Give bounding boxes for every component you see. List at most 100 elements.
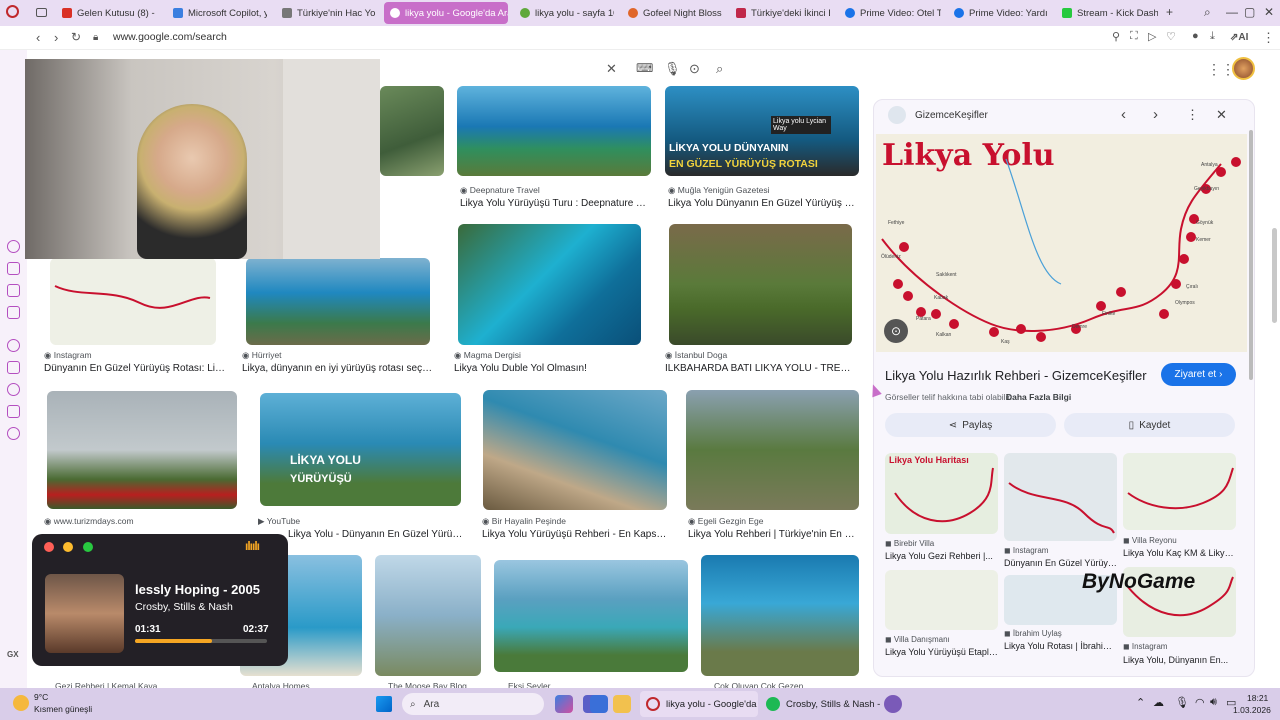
heart-icon[interactable]: ♡ <box>1166 30 1176 43</box>
more-options-icon[interactable]: ⋮ <box>1186 107 1199 123</box>
result-image[interactable] <box>669 224 852 345</box>
tab-google-search[interactable]: likya yolu - Google'da Ara <box>384 2 508 24</box>
messenger-icon[interactable] <box>7 306 20 319</box>
preview-map-image[interactable]: Likya Yolu Antalya Geyikbayırı Göynük Ke… <box>876 134 1247 352</box>
next-image-button[interactable]: › <box>1153 106 1158 123</box>
tray-cloud-icon[interactable]: ☁ <box>1153 696 1164 709</box>
related-image[interactable]: Likya Yolu Haritası <box>885 453 998 534</box>
result-image[interactable] <box>246 258 430 345</box>
tab-kick[interactable]: Stream - Kick Dashbo <box>1056 2 1158 24</box>
pin-icon[interactable]: ⚲ <box>1112 30 1120 43</box>
maximize-button[interactable]: ▢ <box>1244 5 1255 19</box>
related-title[interactable]: Likya Yolu Kaç KM & Likya... <box>1123 548 1236 558</box>
mic-icon[interactable]: 🎙︎ <box>1175 696 1189 709</box>
result-title[interactable]: Dünyanın En Güzel Yürüyüş Rotası: Lik... <box>44 363 226 374</box>
prev-image-button[interactable]: ‹ <box>1121 106 1126 123</box>
start-button[interactable] <box>376 696 392 712</box>
store-icon[interactable] <box>590 695 608 713</box>
history-icon[interactable] <box>7 383 20 396</box>
settings-icon[interactable] <box>7 427 20 440</box>
close-window-button[interactable]: ✕ <box>1264 5 1274 19</box>
new-tab-button[interactable]: + <box>1166 5 1173 19</box>
result-title[interactable]: Likya Yolu - Dünyanın En Güzel Yürüyüş Y… <box>288 529 464 540</box>
bookmark-icon[interactable] <box>7 361 20 374</box>
close-panel-button[interactable]: ✕ <box>1216 107 1227 123</box>
tab-turkiye[interactable]: Türkiye'deki İkinci E <box>730 2 830 24</box>
minimize-dot[interactable] <box>63 542 73 552</box>
result-image[interactable] <box>458 224 641 345</box>
panel-scrollbar[interactable] <box>1249 130 1253 380</box>
related-title[interactable]: Likya Yolu Yürüyüşü Etaplar... <box>885 647 998 657</box>
related-image[interactable] <box>885 570 998 630</box>
taskbar-search[interactable]: ⌕ Ara <box>402 693 544 715</box>
account-avatar[interactable] <box>1232 57 1255 80</box>
minimize-button[interactable]: — <box>1226 5 1238 19</box>
result-image[interactable] <box>494 560 688 672</box>
copilot-icon[interactable] <box>555 695 573 713</box>
menu-icon[interactable]: ⋮ <box>1262 30 1275 46</box>
player-icon[interactable]: ▷ <box>1148 30 1156 43</box>
snapshot-icon[interactable]: ⛶ <box>1130 30 1138 43</box>
result-image[interactable] <box>701 555 859 676</box>
result-title[interactable]: Likya Yolu Rehberi | Türkiye'nin En G... <box>688 529 860 540</box>
reload-button[interactable]: ↻ <box>71 30 81 44</box>
more-info-link[interactable]: Daha Fazla Bilgi <box>1006 392 1071 402</box>
apps-grid-icon[interactable]: ⋮⋮ <box>1207 61 1235 78</box>
tab-copilot[interactable]: Microsoft Copilot, ya <box>167 2 267 24</box>
save-button[interactable]: ▯ Kaydet <box>1064 413 1235 437</box>
google-search-bar[interactable] <box>380 56 740 80</box>
related-image[interactable] <box>1004 453 1117 541</box>
clear-search-icon[interactable]: ✕ <box>606 61 617 77</box>
visit-button[interactable]: Ziyaret et › <box>1161 363 1236 386</box>
lens-icon[interactable]: ⊙ <box>689 61 700 77</box>
result-image[interactable]: Likya yolu Lycian Way LİKYA YOLU DÜNYANI… <box>665 86 859 176</box>
back-button[interactable]: ‹ <box>36 30 40 45</box>
shop-icon[interactable] <box>7 262 20 275</box>
result-title[interactable]: Likya Yolu Yürüyüşü Rehberi - En Kapsa..… <box>482 529 668 540</box>
result-title[interactable]: Likya Yolu Yürüyüşü Turu : Deepnature Tr… <box>460 198 650 209</box>
ai-chat-icon[interactable] <box>7 240 20 253</box>
app-icon[interactable] <box>884 695 902 713</box>
result-title[interactable]: Likya, dünyanın en iyi yürüyüş rotası se… <box>242 363 434 374</box>
result-image[interactable] <box>50 258 216 345</box>
taskbar-opera-app[interactable]: likya yolu - Google'da A <box>640 691 758 717</box>
extensions-icon[interactable] <box>7 405 20 418</box>
result-image[interactable]: LİKYA YOLU YÜRÜYÜŞÜ <box>260 393 461 506</box>
opera-logo-icon[interactable] <box>6 5 19 18</box>
share-button[interactable]: ⋖ Paylaş <box>885 413 1056 437</box>
clock-time[interactable]: 18:21 <box>1247 693 1268 703</box>
download-icon[interactable]: ⤓ <box>1210 30 1215 43</box>
close-dot[interactable] <box>44 542 54 552</box>
page-scrollbar[interactable] <box>1272 228 1277 323</box>
tab-overview-icon[interactable] <box>36 8 47 17</box>
taskbar-spotify-app[interactable]: Crosby, Stills & Nash - F <box>762 691 880 717</box>
tray-chevron-icon[interactable]: ⌃ <box>1136 696 1145 709</box>
maximize-dot[interactable] <box>83 542 93 552</box>
ai-icon[interactable]: ⇗AI <box>1230 32 1248 43</box>
site-name[interactable]: GizemceKeşifler <box>915 110 988 121</box>
tab-gmail[interactable]: Gelen Kutusu (8) - sc <box>56 2 156 24</box>
search-tabs-icon[interactable]: ⌕ <box>1204 5 1211 20</box>
related-title[interactable]: Likya Yolu Rotası | İbrahim... <box>1004 641 1117 651</box>
result-title[interactable]: İLKBAHARDA BATI LİKYA YOLU - TREKK... <box>665 363 855 374</box>
preview-title[interactable]: Likya Yolu Hazırlık Rehberi - GizemceKeş… <box>885 368 1147 383</box>
volume-icon[interactable]: 🔊︎ <box>1210 696 1217 709</box>
url-field[interactable]: www.google.com/search <box>113 31 227 43</box>
microphone-icon[interactable]: 🎙︎ <box>664 61 681 77</box>
result-image[interactable] <box>686 390 859 510</box>
tab-prime-otel[interactable]: Prime Video: Otel Tra <box>839 2 941 24</box>
result-image[interactable] <box>375 555 481 676</box>
tab-prime-yardim[interactable]: Prime Video: Yardım <box>948 2 1048 24</box>
result-image[interactable] <box>380 86 444 176</box>
related-image[interactable] <box>1123 453 1236 530</box>
folder-icon[interactable] <box>613 695 631 713</box>
music-icon[interactable] <box>7 284 20 297</box>
search-icon[interactable]: ⌕ <box>716 61 723 77</box>
tab-likya-sayfa[interactable]: likya yolu - sayfa 10 <box>514 2 614 24</box>
play-icon[interactable] <box>7 339 20 352</box>
result-image[interactable] <box>457 86 651 176</box>
related-title[interactable]: Likya Yolu, Dünyanın En... <box>1123 655 1236 665</box>
forward-button[interactable]: › <box>54 30 58 45</box>
result-title[interactable]: Likya Yolu Duble Yol Olmasın! <box>454 363 644 374</box>
lens-search-icon[interactable]: ⊙ <box>884 319 908 343</box>
